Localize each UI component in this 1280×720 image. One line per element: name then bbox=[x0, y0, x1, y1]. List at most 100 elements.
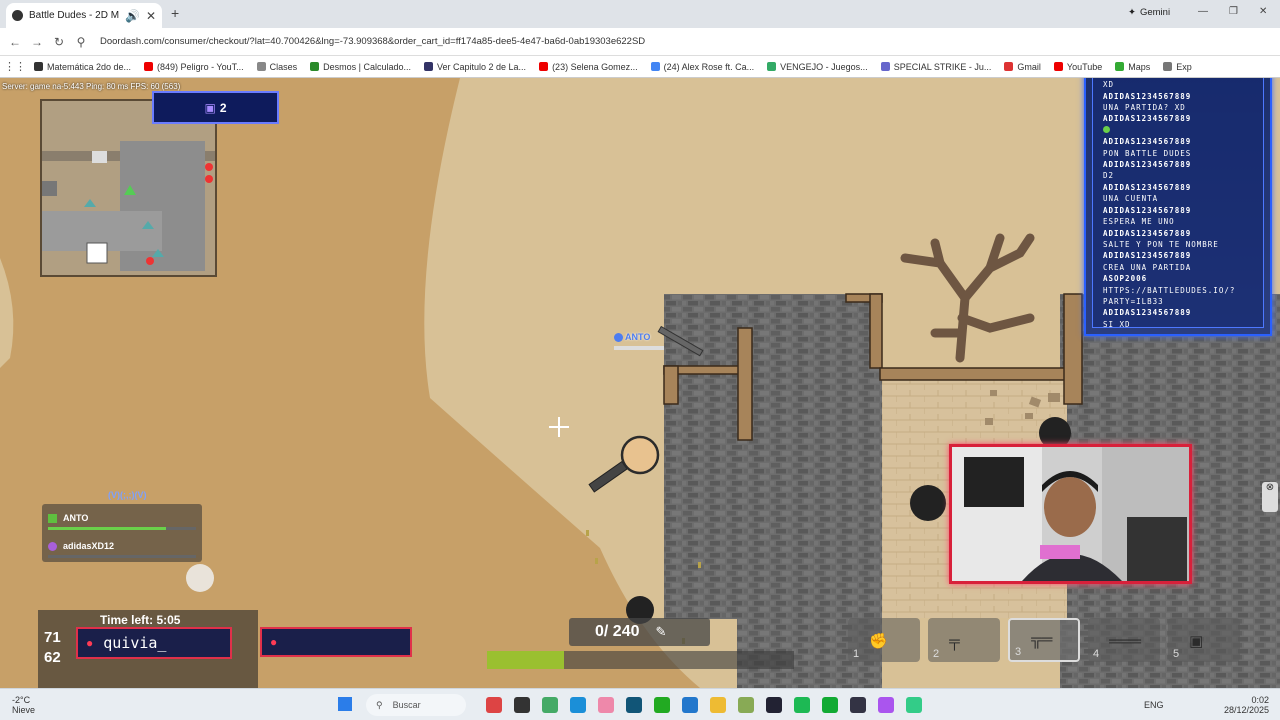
forward-icon[interactable]: → bbox=[26, 35, 48, 49]
bookmark-label: (24) Alex Rose ft. Ca... bbox=[663, 61, 755, 72]
team-count-box: ▣ 2 bbox=[152, 91, 279, 124]
app-icon-6[interactable] bbox=[626, 697, 642, 713]
windows-start-icon[interactable] bbox=[338, 697, 352, 711]
bookmark-item[interactable]: Gmail bbox=[1004, 62, 1041, 72]
weather-desc: Nieve bbox=[12, 704, 36, 715]
bookmark-favicon-icon bbox=[1053, 62, 1063, 71]
app-icon-3[interactable] bbox=[542, 697, 558, 713]
clock[interactable]: 0:02 28/12/2025 bbox=[1224, 695, 1269, 715]
team-members-list: ANTO adidasXD12 bbox=[42, 504, 202, 560]
slot-number: 4 bbox=[1093, 648, 1100, 660]
chat-message: HTTPS://BATTLEDUDES.IO/? bbox=[1103, 285, 1236, 295]
bookmark-item[interactable]: Matemática 2do de... bbox=[34, 62, 131, 72]
time-left: Time left: 5:05 bbox=[100, 613, 181, 627]
bookmark-item[interactable]: Ver Capitulo 2 de La... bbox=[424, 62, 526, 72]
reload-icon[interactable]: ↻ bbox=[48, 35, 70, 49]
gemini-label: Gemini bbox=[1139, 7, 1171, 18]
taskbar-search[interactable]: ⚲ Buscar bbox=[366, 694, 466, 716]
chat-username: ADIDAS1234567889 bbox=[1103, 205, 1192, 215]
rocket-launcher-icon: ═══ bbox=[1109, 633, 1142, 650]
team-panel-header: (V)(;,;)(V) bbox=[108, 490, 147, 500]
bookmark-favicon-icon bbox=[34, 62, 43, 71]
slot-number: 1 bbox=[853, 648, 860, 660]
app-icon-1[interactable] bbox=[486, 697, 502, 713]
app-icon-8[interactable] bbox=[682, 697, 698, 713]
app-icon-2[interactable] bbox=[514, 697, 530, 713]
weapon-slot[interactable]: 3 ╦═ bbox=[1008, 618, 1080, 662]
bookmark-item[interactable]: YouTube bbox=[1053, 62, 1102, 72]
language-indicator[interactable]: ENG bbox=[1144, 700, 1164, 710]
team-member-row: ANTO bbox=[42, 504, 202, 532]
alert-box-secondary: ● bbox=[260, 627, 412, 657]
green-dot-icon bbox=[1103, 125, 1110, 133]
bookmark-favicon-icon bbox=[256, 62, 266, 71]
bookmark-label: Maps bbox=[1128, 61, 1151, 72]
minimize-button[interactable]: — bbox=[1198, 6, 1208, 17]
side-panel-toggle-icon[interactable]: ⊗ bbox=[1262, 482, 1278, 512]
window-close-button[interactable]: ✕ bbox=[1259, 6, 1267, 17]
maximize-button[interactable]: ❐ bbox=[1229, 6, 1238, 17]
spotify-icon[interactable] bbox=[794, 697, 810, 713]
weather-temp: -2°C bbox=[12, 694, 31, 705]
webcam-feed bbox=[952, 447, 1189, 581]
bookmark-item[interactable]: Clases bbox=[256, 62, 297, 72]
chat-username: ADIDAS1234567889 bbox=[1103, 160, 1192, 170]
score-bottom: 62 bbox=[44, 649, 61, 666]
bookmark-label: Desmos | Calculado... bbox=[323, 61, 411, 72]
user-alert-icon-2: ● bbox=[270, 635, 278, 649]
app-icon-14[interactable] bbox=[850, 697, 866, 713]
game-canvas[interactable]: Server: game na-5:443 Ping: 80 ms FPS: 6… bbox=[0, 78, 1280, 688]
bookmark-item[interactable]: Maps bbox=[1115, 62, 1150, 72]
bookmark-item[interactable]: (24) Alex Rose ft. Ca... bbox=[650, 61, 755, 72]
reload-bar-fill bbox=[487, 651, 564, 669]
weapon-slot[interactable]: 2 ╤ bbox=[928, 618, 1000, 662]
slot-number: 3 bbox=[1015, 646, 1022, 658]
url-field[interactable]: Doordash.com/consumer/checkout/?lat=40.7… bbox=[100, 36, 1280, 47]
tab-close-button[interactable]: ✕ bbox=[146, 9, 156, 23]
bookmarks-list: Matemática 2do de... (849) Peligro - YouT… bbox=[34, 62, 1205, 72]
app-icon-5[interactable] bbox=[598, 697, 614, 713]
app-icon-13[interactable] bbox=[822, 697, 838, 713]
address-bar: ← → ↻ ⚲ Doordash.com/consumer/checkout/?… bbox=[0, 28, 1280, 56]
bookmark-item[interactable]: (23) Selena Gomez... bbox=[539, 62, 638, 72]
app-icon-7[interactable] bbox=[654, 697, 670, 713]
discord-icon[interactable] bbox=[878, 697, 894, 713]
app-icon-10[interactable] bbox=[738, 697, 754, 713]
chat-bubble-icon: ▣ bbox=[204, 100, 216, 115]
chat-message: UNA PARTIDA? XD bbox=[1103, 103, 1186, 113]
bookmark-item[interactable]: VENGEJO - Juegos... bbox=[767, 62, 868, 72]
team-panel: ANTO adidasXD12 bbox=[42, 504, 202, 562]
bookmark-item[interactable]: Exp bbox=[1163, 62, 1192, 72]
bookmark-item[interactable]: SPECIAL STRIKE - Ju... bbox=[880, 62, 991, 72]
team-member-row: adidasXD12 bbox=[42, 532, 202, 560]
minimap[interactable] bbox=[40, 99, 217, 277]
browser-tab[interactable]: Battle Dudes - 2D Multiple 🔊 ✕ bbox=[6, 3, 162, 28]
chat-username: ADIDAS1234567889 bbox=[1103, 182, 1192, 192]
weather-widget[interactable]: -2°C Nieve bbox=[12, 695, 35, 715]
folder-icon[interactable] bbox=[710, 697, 726, 713]
member-color-icon bbox=[48, 513, 57, 523]
back-icon[interactable]: ← bbox=[4, 35, 26, 49]
chrome-icon[interactable] bbox=[906, 697, 922, 713]
member-health-fill bbox=[48, 527, 167, 530]
apps-grid-icon[interactable]: ⋮⋮ bbox=[4, 60, 26, 73]
edge-icon[interactable] bbox=[570, 697, 586, 713]
weapon-slot[interactable]: 4 ═══ bbox=[1088, 618, 1160, 662]
new-tab-button[interactable]: + bbox=[171, 5, 179, 21]
gemini-button[interactable]: ✦ Gemini bbox=[1128, 7, 1170, 18]
alert-name-box: ● quivia_ bbox=[76, 627, 232, 659]
chat-username: ADIDAS1234567889 bbox=[1103, 114, 1192, 124]
weapon-slot[interactable]: 5 ▣ bbox=[1168, 618, 1240, 662]
team-dot-icon bbox=[614, 332, 623, 342]
site-info-icon[interactable]: ⚲ bbox=[70, 35, 92, 49]
app-icon-11[interactable] bbox=[766, 697, 782, 713]
player-tag: ANTO bbox=[614, 332, 650, 342]
weapon-slot[interactable]: 1 ✊ bbox=[848, 618, 920, 662]
bookmark-item[interactable]: (849) Peligro - YouT... bbox=[144, 62, 244, 72]
server-info: Server: game na-5:443 Ping: 80 ms FPS: 6… bbox=[2, 82, 181, 91]
bookmark-item[interactable]: Desmos | Calculado... bbox=[310, 62, 411, 72]
bookmark-favicon-icon bbox=[424, 62, 433, 71]
slot-number: 5 bbox=[1173, 648, 1180, 660]
member-name: adidasXD12 bbox=[63, 541, 115, 551]
battle-dudes-favicon-icon bbox=[12, 10, 23, 21]
